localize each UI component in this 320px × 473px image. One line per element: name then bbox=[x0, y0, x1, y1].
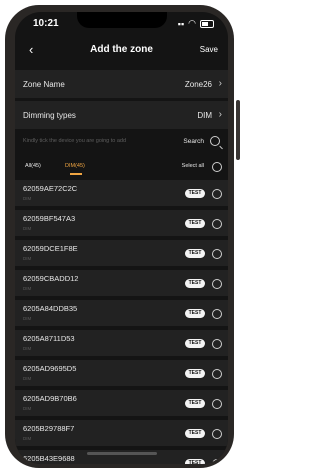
zone-name-label: Zone Name bbox=[23, 80, 65, 89]
test-button[interactable]: TEST bbox=[185, 399, 205, 408]
device-list-item[interactable]: 6205B29788F7 DIM TEST bbox=[15, 420, 228, 446]
device-type: DIM bbox=[23, 226, 32, 231]
device-id: 6205AD9695D5 bbox=[23, 364, 77, 373]
device-list: 62059AE72C2C DIM TEST 62059BF547A3 DIM TEST 62… bbox=[15, 180, 228, 464]
test-button[interactable]: TEST bbox=[185, 219, 205, 228]
device-id: 62059CBADD12 bbox=[23, 274, 79, 283]
test-button[interactable]: TEST bbox=[185, 249, 205, 258]
selection-hint: Kindly tick the device you are going to … bbox=[23, 138, 127, 144]
status-bar: 10:21 ▪▪ ◠ bbox=[15, 12, 228, 34]
device-id: 62059AE72C2C bbox=[23, 184, 78, 193]
device-id: 6205B29788F7 bbox=[23, 424, 75, 433]
test-button[interactable]: TEST bbox=[185, 189, 205, 198]
device-list-item[interactable]: 62059BF547A3 DIM TEST bbox=[15, 210, 228, 236]
battery-icon bbox=[200, 19, 214, 28]
device-id: 62059DCE1F8E bbox=[23, 244, 78, 253]
search-bar: Kindly tick the device you are going to … bbox=[15, 132, 228, 152]
app-screen: 10:21 ▪▪ ◠ ‹ Add the zone Save Zone Name… bbox=[15, 12, 228, 464]
test-button[interactable]: TEST bbox=[185, 279, 205, 288]
select-all-label[interactable]: Select all bbox=[182, 163, 204, 169]
device-list-item[interactable]: 6205A84DDB35 DIM TEST bbox=[15, 300, 228, 326]
chevron-right-icon: › bbox=[218, 78, 222, 89]
device-select-radio[interactable] bbox=[212, 339, 222, 349]
device-type: DIM bbox=[23, 436, 32, 441]
zone-name-row[interactable]: Zone Name Zone26 › bbox=[15, 70, 228, 98]
device-list-item[interactable]: 62059AE72C2C DIM TEST bbox=[15, 180, 228, 206]
test-button[interactable]: TEST bbox=[185, 429, 205, 438]
device-list-item[interactable]: 6205AD9B70B6 DIM TEST bbox=[15, 390, 228, 416]
home-indicator bbox=[87, 452, 157, 455]
device-select-radio[interactable] bbox=[212, 279, 222, 289]
device-type: DIM bbox=[23, 196, 32, 201]
device-id: 62059BF547A3 bbox=[23, 214, 76, 223]
device-list-item[interactable]: 6205A8711D53 DIM TEST bbox=[15, 330, 228, 356]
test-button[interactable]: TEST bbox=[185, 369, 205, 378]
device-select-radio[interactable] bbox=[212, 369, 222, 379]
dimming-types-value: DIM bbox=[197, 111, 212, 120]
dimming-types-label: Dimming types bbox=[23, 111, 76, 120]
save-button[interactable]: Save bbox=[200, 45, 218, 54]
select-all-radio[interactable] bbox=[212, 162, 222, 172]
device-select-radio[interactable] bbox=[212, 429, 222, 439]
device-type: DIM bbox=[23, 376, 32, 381]
device-select-radio[interactable] bbox=[212, 309, 222, 319]
device-type: DIM bbox=[23, 346, 32, 351]
status-icons: ▪▪ ◠ bbox=[178, 18, 214, 29]
test-button[interactable]: TEST bbox=[185, 309, 205, 318]
zone-name-value: Zone26 bbox=[184, 80, 212, 89]
dimming-types-row[interactable]: Dimming types DIM › bbox=[15, 101, 228, 129]
device-select-radio[interactable] bbox=[212, 459, 222, 464]
status-time: 10:21 bbox=[33, 18, 59, 29]
device-type: DIM bbox=[23, 406, 32, 411]
device-list-item[interactable]: 6205AD9695D5 DIM TEST bbox=[15, 360, 228, 386]
device-list-item[interactable]: 62059DCE1F8E DIM TEST bbox=[15, 240, 228, 266]
device-id: 6205AD9B70B6 bbox=[23, 394, 77, 403]
device-type: DIM bbox=[23, 286, 32, 291]
chevron-right-icon: › bbox=[218, 109, 222, 120]
search-icon[interactable] bbox=[210, 136, 220, 146]
page-title: Add the zone bbox=[90, 44, 153, 55]
device-list-item[interactable]: 62059CBADD12 DIM TEST bbox=[15, 270, 228, 296]
device-type: DIM bbox=[23, 256, 32, 261]
signal-icon: ▪▪ bbox=[177, 18, 185, 29]
nav-bar: ‹ Add the zone Save bbox=[15, 36, 228, 64]
tab-dim[interactable]: DIM(45) bbox=[65, 163, 85, 169]
test-button[interactable]: TEST bbox=[185, 339, 205, 348]
wifi-icon: ◠ bbox=[188, 18, 196, 28]
side-button bbox=[236, 100, 240, 160]
filter-tabs: All(45) DIM(45) Select all bbox=[15, 157, 228, 181]
device-select-radio[interactable] bbox=[212, 189, 222, 199]
notch bbox=[77, 12, 167, 28]
test-button[interactable]: TEST bbox=[185, 459, 205, 464]
device-id: 6205A84DDB35 bbox=[23, 304, 78, 313]
device-id: 6205A8711D53 bbox=[23, 334, 75, 343]
active-tab-indicator bbox=[70, 173, 82, 175]
device-id: 6205B43E9688 bbox=[23, 454, 75, 463]
device-type: DIM bbox=[23, 316, 32, 321]
search-label[interactable]: Search bbox=[183, 138, 204, 145]
device-select-radio[interactable] bbox=[212, 219, 222, 229]
device-select-radio[interactable] bbox=[212, 249, 222, 259]
device-select-radio[interactable] bbox=[212, 399, 222, 409]
tab-all[interactable]: All(45) bbox=[25, 163, 41, 169]
